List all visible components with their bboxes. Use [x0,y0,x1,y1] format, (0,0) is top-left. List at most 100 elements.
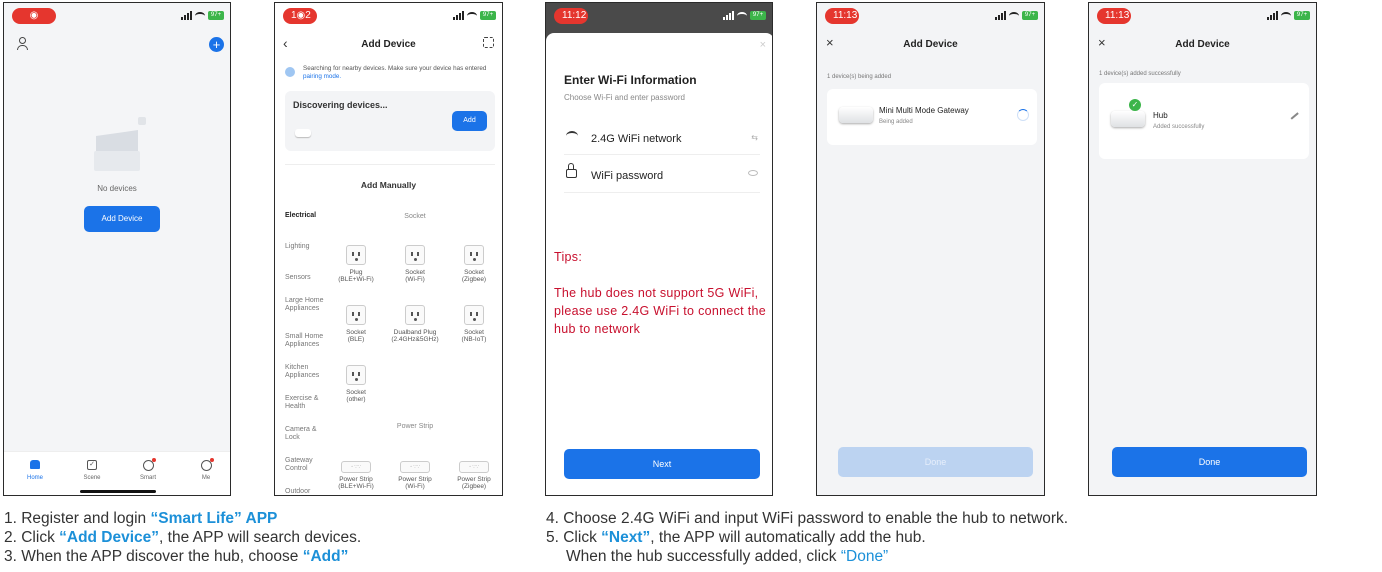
pairing-mode-link[interactable]: pairing mode. [303,73,341,80]
plug-icon [346,305,366,325]
device-name: Hub [1153,111,1168,120]
done-highlight: “Done” [840,548,889,565]
status-icons: 97+ [453,11,496,20]
power-strip-icon: ◦ ∵∵ [341,461,371,473]
instruction-5: 5. Click “Next”, the APP will automatica… [546,529,926,546]
device-plug-ble-wifi[interactable]: Plug (BLE+Wi-Fi) [331,245,381,283]
category-outdoor[interactable]: Outdoor [285,488,310,495]
wifi-sheet: × Enter Wi-Fi Information Choose Wi-Fi a… [546,33,772,495]
category-small-home-appliances[interactable]: Small Home Appliances [285,333,329,349]
network-row[interactable]: 2.4G WiFi network ⇆ [564,121,760,155]
done-button: Done [838,447,1033,477]
battery-icon: 97+ [480,11,496,20]
status-bar: 11:12 97+ [546,3,772,31]
search-text: Searching for nearby devices. Make sure … [303,65,487,72]
tips-body: The hub does not support 5G WiFi, please… [554,286,766,336]
page-title: Add Device [903,39,958,50]
device-socket-other[interactable]: Socket (other) [331,365,381,403]
category-kitchen-appliances[interactable]: Kitchen Appliances [285,364,325,380]
added-count: 1 device(s) added successfully [1099,71,1181,77]
hub-thumbnail-icon [295,129,311,137]
tab-label: Smart [139,475,156,481]
wifi-signal-icon [566,131,578,141]
tab-smart[interactable]: Smart [130,458,166,481]
wifi-icon [195,12,205,20]
wifi-icon [467,12,477,20]
edit-icon[interactable] [1290,112,1299,120]
user-icon[interactable] [16,37,28,51]
add-device-button[interactable]: Add Device [84,206,160,232]
add-manually-heading: Add Manually [360,180,417,190]
signal-icon [181,11,192,20]
scan-icon[interactable] [483,37,494,48]
page-title: Add Device [1175,39,1230,50]
tips-title: Tips: [554,250,583,264]
search-status: Searching for nearby devices. Make sure … [285,65,490,81]
device-dualband-plug[interactable]: Dualband Plug (2.4GHz&5GHz) [390,305,440,343]
tab-home[interactable]: Home [17,460,53,481]
home-indicator [80,490,156,493]
instruction-4: 4. Choose 2.4G WiFi and input WiFi passw… [546,510,1069,527]
device-socket-zigbee[interactable]: Socket (Zigbee) [449,245,499,283]
status-time: 1◉2 [283,8,317,24]
category-large-home-appliances[interactable]: Large Home Appliances [285,297,325,313]
plug-icon [405,305,425,325]
switch-network-icon[interactable]: ⇆ [751,133,758,142]
category-electrical[interactable]: Electrical [285,212,316,219]
device-socket-nb-iot[interactable]: Socket (NB-IoT) [449,305,499,343]
category-lighting[interactable]: Lighting [285,243,310,251]
instruction-6: When the hub successfully added, click “… [566,548,889,565]
tab-scene[interactable]: ✓ Scene [74,460,110,481]
status-bar: 1◉2 97+ [275,3,502,31]
password-row[interactable]: WiFi password [564,157,760,193]
password-field[interactable]: WiFi password [591,170,663,182]
done-button[interactable]: Done [1112,447,1307,477]
gateway-icon [839,107,873,123]
device-power-strip-ble-wifi[interactable]: ◦ ∵∵ Power Strip (BLE+Wi-Fi) [331,461,381,490]
tab-label: Home [26,475,43,481]
add-highlight: “Add” [302,548,349,565]
scene-icon: ✓ [87,460,97,470]
loading-spinner-icon [1017,109,1029,121]
category-gateway-control[interactable]: Gateway Control [285,457,325,473]
device-power-strip-wifi[interactable]: ◦ ∵∵ Power Strip (Wi-Fi) [390,461,440,490]
next-highlight: “Next” [601,529,651,546]
status-time: 11:13 [1097,8,1131,24]
close-icon[interactable]: × [760,39,766,51]
category-camera-lock[interactable]: Camera & Lock [285,426,325,442]
status-time: 11:13 [825,8,859,24]
device-socket-ble[interactable]: Socket (BLE) [331,305,381,343]
category-sensors[interactable]: Sensors [285,274,311,282]
status-bar: ◉ 97+ [4,3,230,31]
show-password-icon[interactable] [748,170,758,176]
next-button[interactable]: Next [564,449,760,479]
empty-text: No devices [97,184,137,193]
tab-me[interactable]: Me [188,458,224,481]
app-name: “Smart Life” APP [150,510,278,527]
status-time: 11:12 [554,8,588,24]
device-power-strip-zigbee[interactable]: ◦ ∵∵ Power Strip (Zigbee) [449,461,499,490]
status-bar: 11:13 97+ [817,3,1044,31]
device-name: Mini Multi Mode Gateway [879,106,969,115]
screen-add-device: 1◉2 97+ ‹ Add Device Searching for nearb… [274,2,503,496]
wifi-title: Enter Wi-Fi Information [564,73,697,87]
add-button[interactable]: Add [452,111,487,131]
category-exercise-health[interactable]: Exercise & Health [285,395,325,411]
plug-icon [405,245,425,265]
signal-icon [453,11,464,20]
empty-box-icon [88,117,146,173]
device-socket-wifi[interactable]: Socket (Wi-Fi) [390,245,440,283]
network-name: 2.4G WiFi network [591,133,682,145]
page-title: Add Device [361,39,416,50]
device-card: ✓ Hub Added successfully [1099,83,1309,159]
home-icon [30,460,40,469]
screen-wifi: 11:12 97+ × Enter Wi-Fi Information Choo… [545,2,773,496]
device-status: Being added [879,119,913,125]
power-strip-icon: ◦ ∵∵ [459,461,489,473]
discovering-text: Discovering devices... [293,100,388,110]
section-power-strip: Power Strip [396,423,434,430]
add-device-highlight: “Add Device” [59,529,160,546]
instruction-1: 1. Register and login “Smart Life” APP [4,510,278,527]
device-status: Added successfully [1153,124,1205,130]
add-icon[interactable]: + [209,37,224,52]
